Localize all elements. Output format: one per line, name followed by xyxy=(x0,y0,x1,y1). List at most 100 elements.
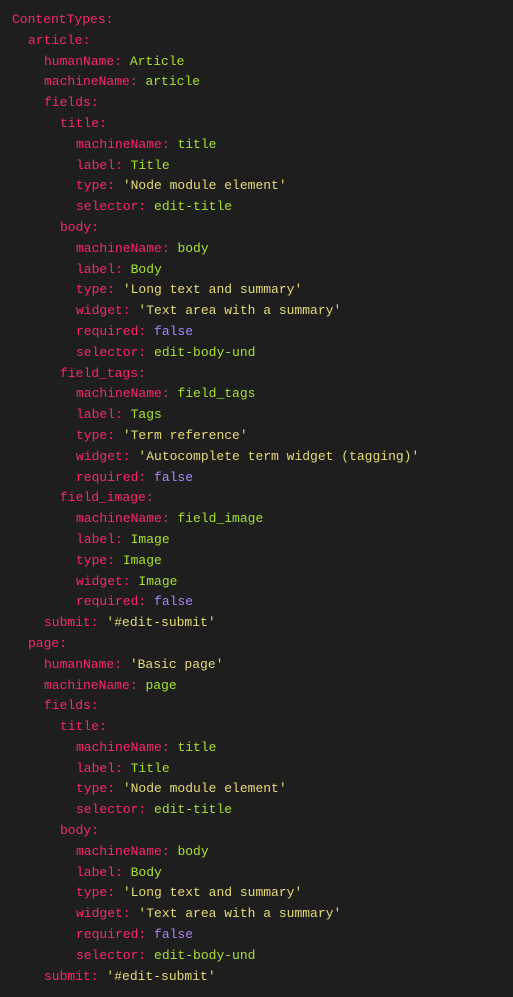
code-line: required: false xyxy=(12,468,501,489)
code-token-bare: Article xyxy=(130,54,185,69)
code-display: ContentTypes:article:humanName: Articlem… xyxy=(12,10,501,987)
code-token-key: label: xyxy=(76,158,123,173)
code-token-key: machineName: xyxy=(44,678,138,693)
code-token-bare: page xyxy=(145,678,176,693)
code-token-bare: Image xyxy=(123,553,162,568)
code-line: submit: '#edit-submit' xyxy=(12,613,501,634)
code-line: machineName: body xyxy=(12,842,501,863)
code-token-key: submit: xyxy=(44,615,99,630)
code-line: humanName: 'Basic page' xyxy=(12,655,501,676)
code-token-key: label: xyxy=(76,407,123,422)
code-line: machineName: article xyxy=(12,72,501,93)
code-token-bare: edit-body-und xyxy=(154,345,255,360)
code-line: fields: xyxy=(12,696,501,717)
code-line: label: Tags xyxy=(12,405,501,426)
code-line: machineName: body xyxy=(12,239,501,260)
code-token-string: 'Node module element' xyxy=(123,781,287,796)
code-token-bare: body xyxy=(177,241,208,256)
code-token-key: type: xyxy=(76,282,115,297)
code-line: selector: edit-body-und xyxy=(12,946,501,967)
code-token-string: 'Text area with a summary' xyxy=(138,906,341,921)
code-token-key: title: xyxy=(60,719,107,734)
code-token-bare: body xyxy=(177,844,208,859)
code-token-bare: field_tags xyxy=(177,386,255,401)
code-line: page: xyxy=(12,634,501,655)
code-line: label: Image xyxy=(12,530,501,551)
code-token-key: submit: xyxy=(44,969,99,984)
code-token-key: fields: xyxy=(44,698,99,713)
code-token-key: required: xyxy=(76,324,146,339)
code-line: widget: 'Autocomplete term widget (taggi… xyxy=(12,447,501,468)
code-token-key: machineName: xyxy=(76,241,170,256)
code-token-key: label: xyxy=(76,262,123,277)
code-token-key: article: xyxy=(28,33,90,48)
code-token-string: 'Text area with a summary' xyxy=(138,303,341,318)
code-line: machineName: field_image xyxy=(12,509,501,530)
code-token-key: selector: xyxy=(76,199,146,214)
code-token-key: widget: xyxy=(76,574,131,589)
code-line: required: false xyxy=(12,322,501,343)
code-token-key: label: xyxy=(76,761,123,776)
code-line: selector: edit-title xyxy=(12,800,501,821)
code-token-key: type: xyxy=(76,178,115,193)
code-line: submit: '#edit-submit' xyxy=(12,967,501,988)
code-line: label: Title xyxy=(12,156,501,177)
code-line: type: 'Node module element' xyxy=(12,779,501,800)
code-line: label: Title xyxy=(12,759,501,780)
code-line: field_image: xyxy=(12,488,501,509)
code-token-bare: edit-body-und xyxy=(154,948,255,963)
code-token-key: widget: xyxy=(76,906,131,921)
code-token-key: title: xyxy=(60,116,107,131)
code-token-key: page: xyxy=(28,636,67,651)
code-line: fields: xyxy=(12,93,501,114)
code-token-bare: Title xyxy=(131,158,170,173)
code-line: body: xyxy=(12,218,501,239)
code-token-bare: Tags xyxy=(131,407,162,422)
code-token-bare: edit-title xyxy=(154,199,232,214)
code-line: label: Body xyxy=(12,863,501,884)
code-token-string: 'Autocomplete term widget (tagging)' xyxy=(138,449,419,464)
code-token-bare: title xyxy=(177,740,216,755)
code-line: type: 'Term reference' xyxy=(12,426,501,447)
code-token-key: label: xyxy=(76,532,123,547)
code-token-key: field_image: xyxy=(60,490,154,505)
code-token-key: label: xyxy=(76,865,123,880)
code-token-key: selector: xyxy=(76,802,146,817)
code-line: label: Body xyxy=(12,260,501,281)
code-line: machineName: title xyxy=(12,738,501,759)
code-token-key: type: xyxy=(76,885,115,900)
code-token-string: 'Long text and summary' xyxy=(123,885,302,900)
code-token-string: 'Basic page' xyxy=(130,657,224,672)
code-token-key: required: xyxy=(76,470,146,485)
code-token-key: fields: xyxy=(44,95,99,110)
code-line: type: 'Long text and summary' xyxy=(12,883,501,904)
code-line: humanName: Article xyxy=(12,52,501,73)
code-token-key: type: xyxy=(76,428,115,443)
code-line: title: xyxy=(12,114,501,135)
code-token-key: required: xyxy=(76,594,146,609)
code-token-key: type: xyxy=(76,553,115,568)
code-token-key: body: xyxy=(60,823,99,838)
code-token-string: 'Node module element' xyxy=(123,178,287,193)
code-token-key: widget: xyxy=(76,303,131,318)
code-line: widget: 'Text area with a summary' xyxy=(12,301,501,322)
code-token-bare: title xyxy=(177,137,216,152)
code-token-bool: false xyxy=(154,470,193,485)
code-line: type: Image xyxy=(12,551,501,572)
code-token-bare: Image xyxy=(138,574,177,589)
code-token-key: field_tags: xyxy=(60,366,146,381)
code-token-key: ContentTypes: xyxy=(12,12,113,27)
code-line: required: false xyxy=(12,925,501,946)
code-token-bare: Body xyxy=(131,865,162,880)
code-token-key: machineName: xyxy=(76,386,170,401)
code-line: required: false xyxy=(12,592,501,613)
code-token-bool: false xyxy=(154,927,193,942)
code-line: machineName: title xyxy=(12,135,501,156)
code-line: selector: edit-body-und xyxy=(12,343,501,364)
code-line: widget: 'Text area with a summary' xyxy=(12,904,501,925)
code-token-key: machineName: xyxy=(76,844,170,859)
code-line: title: xyxy=(12,717,501,738)
code-token-string: '#edit-submit' xyxy=(106,615,215,630)
code-token-key: humanName: xyxy=(44,657,122,672)
code-token-string: '#edit-submit' xyxy=(106,969,215,984)
